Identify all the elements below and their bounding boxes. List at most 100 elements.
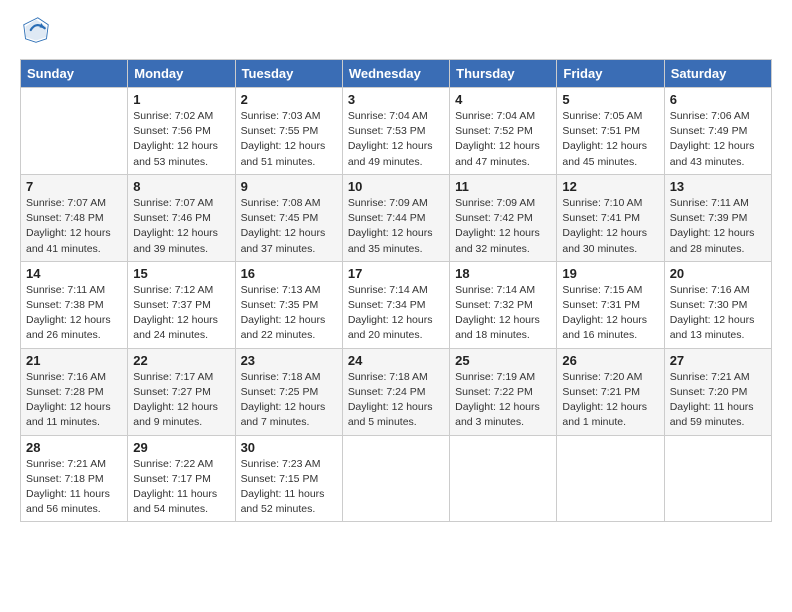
day-number: 11 [455, 179, 551, 194]
day-number: 17 [348, 266, 444, 281]
day-number: 16 [241, 266, 337, 281]
day-info: Sunrise: 7:03 AM Sunset: 7:55 PM Dayligh… [241, 109, 337, 170]
calendar-cell: 23 Sunrise: 7:18 AM Sunset: 7:25 PM Dayli… [235, 348, 342, 435]
calendar-cell: 5 Sunrise: 7:05 AM Sunset: 7:51 PM Daylig… [557, 88, 664, 175]
day-number: 8 [133, 179, 229, 194]
day-info: Sunrise: 7:20 AM Sunset: 7:21 PM Dayligh… [562, 370, 658, 431]
calendar-cell: 3Sunrise: 7:04 AM Sunset: 7:53 PM Daylig… [342, 88, 449, 175]
day-info: Sunrise: 7:06 AM Sunset: 7:49 PM Dayligh… [670, 109, 766, 170]
calendar-cell: 9 Sunrise: 7:08 AM Sunset: 7:45 PM Daylig… [235, 174, 342, 261]
logo [20, 16, 50, 49]
day-number: 28 [26, 440, 122, 455]
calendar-cell: 17 Sunrise: 7:14 AM Sunset: 7:34 PM Dayli… [342, 261, 449, 348]
day-info: Sunrise: 7:07 AM Sunset: 7:48 PM Dayligh… [26, 196, 122, 257]
calendar-body: 1Sunrise: 7:02 AM Sunset: 7:56 PM Daylig… [21, 88, 772, 522]
day-info: Sunrise: 7:16 AM Sunset: 7:28 PM Dayligh… [26, 370, 122, 431]
day-number: 15 [133, 266, 229, 281]
calendar-cell: 2 Sunrise: 7:03 AM Sunset: 7:55 PM Daylig… [235, 88, 342, 175]
column-header-thursday: Thursday [450, 60, 557, 88]
day-info: Sunrise: 7:12 AM Sunset: 7:37 PM Dayligh… [133, 283, 229, 344]
calendar-cell: 15 Sunrise: 7:12 AM Sunset: 7:37 PM Dayli… [128, 261, 235, 348]
calendar-header: SundayMondayTuesdayWednesdayThursdayFrid… [21, 60, 772, 88]
calendar-cell: 8 Sunrise: 7:07 AM Sunset: 7:46 PM Daylig… [128, 174, 235, 261]
calendar-cell: 20 Sunrise: 7:16 AM Sunset: 7:30 PM Dayli… [664, 261, 771, 348]
calendar-cell: 27Sunrise: 7:21 AM Sunset: 7:20 PM Dayli… [664, 348, 771, 435]
day-number: 20 [670, 266, 766, 281]
calendar-cell [342, 435, 449, 522]
day-info: Sunrise: 7:21 AM Sunset: 7:18 PM Dayligh… [26, 457, 122, 518]
day-number: 19 [562, 266, 658, 281]
page-header [20, 16, 772, 49]
calendar-cell [557, 435, 664, 522]
day-number: 4 [455, 92, 551, 107]
calendar-cell: 24 Sunrise: 7:18 AM Sunset: 7:24 PM Dayli… [342, 348, 449, 435]
day-info: Sunrise: 7:16 AM Sunset: 7:30 PM Dayligh… [670, 283, 766, 344]
day-number: 18 [455, 266, 551, 281]
day-info: Sunrise: 7:14 AM Sunset: 7:34 PM Dayligh… [348, 283, 444, 344]
column-header-friday: Friday [557, 60, 664, 88]
day-info: Sunrise: 7:11 AM Sunset: 7:39 PM Dayligh… [670, 196, 766, 257]
day-number: 24 [348, 353, 444, 368]
day-info: Sunrise: 7:08 AM Sunset: 7:45 PM Dayligh… [241, 196, 337, 257]
week-row-4: 21 Sunrise: 7:16 AM Sunset: 7:28 PM Dayli… [21, 348, 772, 435]
calendar-cell: 28 Sunrise: 7:21 AM Sunset: 7:18 PM Dayli… [21, 435, 128, 522]
calendar-cell: 18 Sunrise: 7:14 AM Sunset: 7:32 PM Dayli… [450, 261, 557, 348]
week-row-2: 7Sunrise: 7:07 AM Sunset: 7:48 PM Daylig… [21, 174, 772, 261]
calendar-cell [450, 435, 557, 522]
day-number: 23 [241, 353, 337, 368]
day-number: 6 [670, 92, 766, 107]
day-info: Sunrise: 7:14 AM Sunset: 7:32 PM Dayligh… [455, 283, 551, 344]
day-number: 22 [133, 353, 229, 368]
calendar-cell: 16Sunrise: 7:13 AM Sunset: 7:35 PM Dayli… [235, 261, 342, 348]
calendar-cell: 1Sunrise: 7:02 AM Sunset: 7:56 PM Daylig… [128, 88, 235, 175]
calendar-cell: 25 Sunrise: 7:19 AM Sunset: 7:22 PM Dayli… [450, 348, 557, 435]
day-number: 21 [26, 353, 122, 368]
calendar-table: SundayMondayTuesdayWednesdayThursdayFrid… [20, 59, 772, 522]
column-header-saturday: Saturday [664, 60, 771, 88]
day-info: Sunrise: 7:07 AM Sunset: 7:46 PM Dayligh… [133, 196, 229, 257]
day-info: Sunrise: 7:11 AM Sunset: 7:38 PM Dayligh… [26, 283, 122, 344]
day-info: Sunrise: 7:18 AM Sunset: 7:24 PM Dayligh… [348, 370, 444, 431]
day-number: 13 [670, 179, 766, 194]
calendar-cell: 21 Sunrise: 7:16 AM Sunset: 7:28 PM Dayli… [21, 348, 128, 435]
day-info: Sunrise: 7:04 AM Sunset: 7:52 PM Dayligh… [455, 109, 551, 170]
calendar-cell: 14 Sunrise: 7:11 AM Sunset: 7:38 PM Dayli… [21, 261, 128, 348]
day-info: Sunrise: 7:17 AM Sunset: 7:27 PM Dayligh… [133, 370, 229, 431]
day-number: 2 [241, 92, 337, 107]
column-header-wednesday: Wednesday [342, 60, 449, 88]
day-number: 10 [348, 179, 444, 194]
calendar-cell: 10 Sunrise: 7:09 AM Sunset: 7:44 PM Dayli… [342, 174, 449, 261]
day-info: Sunrise: 7:18 AM Sunset: 7:25 PM Dayligh… [241, 370, 337, 431]
day-info: Sunrise: 7:21 AM Sunset: 7:20 PM Dayligh… [670, 370, 766, 431]
column-header-tuesday: Tuesday [235, 60, 342, 88]
calendar-cell [21, 88, 128, 175]
week-row-3: 14 Sunrise: 7:11 AM Sunset: 7:38 PM Dayli… [21, 261, 772, 348]
day-number: 14 [26, 266, 122, 281]
day-info: Sunrise: 7:05 AM Sunset: 7:51 PM Dayligh… [562, 109, 658, 170]
day-number: 12 [562, 179, 658, 194]
day-number: 25 [455, 353, 551, 368]
day-info: Sunrise: 7:15 AM Sunset: 7:31 PM Dayligh… [562, 283, 658, 344]
calendar-cell: 4 Sunrise: 7:04 AM Sunset: 7:52 PM Daylig… [450, 88, 557, 175]
calendar-cell [664, 435, 771, 522]
header-row: SundayMondayTuesdayWednesdayThursdayFrid… [21, 60, 772, 88]
calendar-cell: 29Sunrise: 7:22 AM Sunset: 7:17 PM Dayli… [128, 435, 235, 522]
calendar-cell: 7Sunrise: 7:07 AM Sunset: 7:48 PM Daylig… [21, 174, 128, 261]
week-row-5: 28 Sunrise: 7:21 AM Sunset: 7:18 PM Dayli… [21, 435, 772, 522]
day-number: 30 [241, 440, 337, 455]
column-header-sunday: Sunday [21, 60, 128, 88]
calendar-cell: 6 Sunrise: 7:06 AM Sunset: 7:49 PM Daylig… [664, 88, 771, 175]
day-number: 5 [562, 92, 658, 107]
calendar-cell: 19 Sunrise: 7:15 AM Sunset: 7:31 PM Dayli… [557, 261, 664, 348]
calendar-cell: 26 Sunrise: 7:20 AM Sunset: 7:21 PM Dayli… [557, 348, 664, 435]
logo-icon [22, 16, 50, 44]
calendar-cell: 11Sunrise: 7:09 AM Sunset: 7:42 PM Dayli… [450, 174, 557, 261]
day-number: 26 [562, 353, 658, 368]
day-info: Sunrise: 7:04 AM Sunset: 7:53 PM Dayligh… [348, 109, 444, 170]
calendar-cell: 12Sunrise: 7:10 AM Sunset: 7:41 PM Dayli… [557, 174, 664, 261]
day-info: Sunrise: 7:19 AM Sunset: 7:22 PM Dayligh… [455, 370, 551, 431]
day-number: 9 [241, 179, 337, 194]
column-header-monday: Monday [128, 60, 235, 88]
week-row-1: 1Sunrise: 7:02 AM Sunset: 7:56 PM Daylig… [21, 88, 772, 175]
day-info: Sunrise: 7:09 AM Sunset: 7:44 PM Dayligh… [348, 196, 444, 257]
